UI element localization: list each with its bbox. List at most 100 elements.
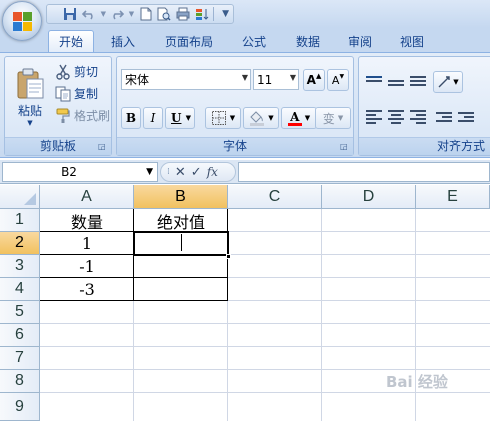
row-header-7[interactable]: 7 (0, 347, 40, 370)
quick-print-icon[interactable] (176, 6, 191, 22)
row-header-5[interactable]: 5 (0, 301, 40, 324)
underline-button[interactable]: U ▼ (165, 107, 195, 129)
font-color-swatch (287, 122, 302, 126)
title-bar: ▼ ▼ ▼ (0, 0, 490, 41)
font-launcher-icon[interactable]: ◲ (340, 142, 350, 152)
row-header-2[interactable]: 2 (0, 232, 40, 255)
fill-handle[interactable] (226, 254, 231, 259)
row-header-9[interactable]: 9 (0, 393, 40, 421)
paste-button[interactable]: 粘贴 ▼ (9, 59, 51, 135)
phonetic-dropdown-icon: ▼ (337, 114, 344, 122)
font-name-combo[interactable]: 宋体 ▼ (121, 69, 251, 90)
underline-label: U (171, 111, 182, 125)
font-name-dropdown-icon[interactable]: ▼ (242, 73, 248, 82)
tab-view[interactable]: 视图 (390, 30, 434, 52)
gridline (40, 346, 490, 347)
tab-page-layout[interactable]: 页面布局 (156, 30, 222, 52)
column-header-a[interactable]: A (40, 185, 134, 209)
row-header-6[interactable]: 6 (0, 324, 40, 347)
name-box[interactable]: B2 ▼ (2, 162, 158, 182)
row-header-3[interactable]: 3 (0, 255, 40, 278)
shrink-font-icon: ▼ (339, 72, 345, 80)
fill-color-dropdown-icon: ▼ (268, 114, 274, 122)
tab-review[interactable]: 审阅 (338, 30, 382, 52)
column-header-c[interactable]: C (228, 185, 322, 209)
select-all-corner[interactable] (0, 185, 40, 209)
cut-button[interactable]: 剪切 (55, 63, 98, 80)
top-align-icon[interactable] (363, 71, 385, 91)
phonetic-button[interactable]: 变 ▼ (315, 107, 351, 129)
scissors-icon (56, 64, 70, 80)
gridline (40, 369, 490, 370)
bold-button[interactable]: B (121, 107, 141, 129)
redo-dropdown-icon[interactable]: ▼ (129, 6, 134, 22)
column-header-b[interactable]: B (134, 185, 228, 209)
formula-bar: B2 ▼ ⁞ ✕ ✓ fx (0, 160, 490, 184)
row-header-4[interactable]: 4 (0, 278, 40, 301)
increase-indent-icon[interactable] (455, 107, 477, 127)
customize-qat-icon[interactable]: ▼ (218, 6, 233, 22)
format-painter-button[interactable]: 格式刷 (55, 107, 110, 124)
tab-insert[interactable]: 插入 (102, 30, 144, 52)
qat-separator (213, 7, 215, 21)
font-name-value: 宋体 (125, 73, 150, 87)
row-header-8[interactable]: 8 (0, 370, 40, 393)
gridline (321, 209, 322, 421)
font-color-label: A (290, 109, 300, 124)
print-preview-icon[interactable] (157, 6, 172, 22)
orientation-icon (438, 76, 450, 88)
grip-icon: ⁞ (167, 167, 170, 177)
italic-button[interactable]: I (143, 107, 163, 129)
clipboard-launcher-icon[interactable]: ◲ (98, 142, 108, 152)
cell-b1[interactable]: 绝对值 (135, 210, 227, 232)
cell-a1[interactable]: 数量 (41, 210, 133, 232)
borders-button[interactable]: ▼ (205, 107, 241, 129)
clipboard-group-label: 剪贴板 (5, 137, 111, 155)
formula-input[interactable] (238, 162, 490, 182)
redo-icon[interactable] (110, 6, 125, 22)
borders-dropdown-icon: ▼ (229, 114, 236, 122)
paste-icon (17, 68, 44, 98)
tab-data[interactable]: 数据 (286, 30, 330, 52)
cell-border (40, 277, 228, 278)
cancel-entry-icon[interactable]: ✕ (175, 165, 186, 180)
enter-entry-icon[interactable]: ✓ (191, 165, 202, 180)
paint-bucket-icon (250, 111, 265, 126)
align-right-icon[interactable] (407, 107, 429, 127)
clipboard-group: 粘贴 ▼ 剪切 复制 格式刷 剪贴板 ◲ (4, 56, 112, 156)
tab-formulas[interactable]: 公式 (232, 30, 276, 52)
decrease-indent-icon[interactable] (433, 107, 455, 127)
copy-label: 复制 (74, 87, 99, 101)
align-center-icon[interactable] (385, 107, 407, 127)
copy-icon (55, 86, 71, 101)
copy-button[interactable]: 复制 (55, 85, 98, 102)
sort-icon[interactable] (195, 6, 210, 22)
font-size-dropdown-icon[interactable]: ▼ (290, 73, 296, 82)
shrink-font-button[interactable]: A ▼ (327, 69, 349, 91)
grow-font-button[interactable]: A ▲ (303, 69, 325, 91)
font-color-button[interactable]: A ▼ (281, 107, 317, 129)
undo-icon[interactable] (82, 6, 97, 22)
column-header-e[interactable]: E (416, 185, 490, 209)
orientation-button[interactable]: ▼ (433, 71, 463, 93)
cell-a2[interactable]: 1 (41, 233, 133, 254)
align-left-icon[interactable] (363, 107, 385, 127)
cell-a4[interactable]: -3 (41, 279, 133, 300)
middle-align-icon[interactable] (385, 71, 407, 91)
insert-function-icon[interactable]: fx (207, 165, 218, 179)
underline-dropdown-icon: ▼ (185, 114, 191, 122)
office-button[interactable] (2, 1, 42, 41)
name-box-dropdown-icon[interactable]: ▼ (146, 167, 153, 177)
new-document-icon[interactable] (138, 6, 153, 22)
font-group-label: 字体 (117, 137, 353, 155)
font-size-combo[interactable]: 11 ▼ (253, 69, 299, 90)
column-header-d[interactable]: D (322, 185, 416, 209)
cell-a3[interactable]: -1 (41, 256, 133, 277)
row-header-1[interactable]: 1 (0, 209, 40, 232)
save-icon[interactable] (63, 6, 78, 22)
undo-dropdown-icon[interactable]: ▼ (101, 6, 106, 22)
fill-color-button[interactable]: ▼ (243, 107, 279, 129)
ribbon-tab-bar: 开始 插入 页面布局 公式 数据 审阅 视图 (0, 28, 490, 52)
tab-home[interactable]: 开始 (48, 30, 94, 52)
bottom-align-icon[interactable] (407, 71, 429, 91)
